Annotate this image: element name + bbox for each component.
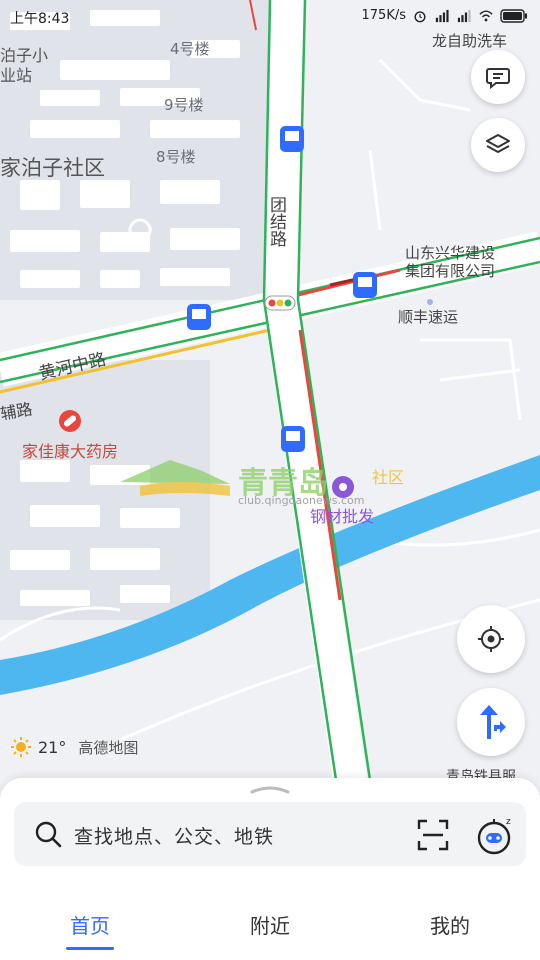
signal-icon bbox=[435, 9, 449, 22]
route-arrow-icon bbox=[480, 705, 506, 739]
layers-button[interactable] bbox=[471, 118, 525, 172]
status-time: 上午8:43 bbox=[10, 11, 70, 27]
layers-icon bbox=[486, 134, 510, 153]
pharmacy-marker-icon[interactable] bbox=[59, 410, 81, 432]
tab-mine[interactable]: 我的 bbox=[360, 886, 540, 946]
map-label-poi[interactable]: 集团有限公司 bbox=[405, 260, 495, 281]
search-bar[interactable]: 查找地点、公交、地铁 z bbox=[14, 802, 526, 866]
watermark-url: club.qingdaonews.com bbox=[238, 494, 365, 507]
feedback-button[interactable] bbox=[471, 50, 525, 104]
map-label-building: 4号楼 bbox=[170, 40, 210, 58]
map-label-building: 9号楼 bbox=[164, 96, 204, 114]
map-label-area: 业站 bbox=[0, 66, 33, 85]
bottom-sheet[interactable]: 查找地点、公交、地铁 z 首页 附近 我的 bbox=[0, 778, 540, 960]
bus-stop-icon[interactable] bbox=[281, 426, 305, 452]
map-label-road: 团结路 bbox=[266, 196, 286, 247]
route-button[interactable] bbox=[457, 688, 525, 756]
bus-stop-icon[interactable] bbox=[187, 304, 211, 330]
watermark-community: 社区 bbox=[372, 468, 405, 487]
battery-icon bbox=[500, 8, 527, 23]
search-placeholder[interactable]: 查找地点、公交、地铁 bbox=[74, 822, 274, 849]
map-label-poi[interactable]: 家佳康大药房 bbox=[22, 438, 118, 462]
tab-home[interactable]: 首页 bbox=[0, 886, 180, 950]
scan-icon[interactable] bbox=[416, 818, 450, 852]
bus-stop-icon[interactable] bbox=[280, 126, 304, 152]
network-speed: 175K/s bbox=[361, 8, 407, 23]
sun-icon bbox=[11, 737, 31, 757]
tab-nearby[interactable]: 附近 bbox=[180, 886, 360, 946]
map-label-building: 8号楼 bbox=[156, 148, 196, 166]
locate-icon bbox=[478, 626, 504, 652]
locate-button[interactable] bbox=[457, 605, 525, 673]
search-icon bbox=[35, 821, 62, 848]
status-bar: 上午8:43 175K/s bbox=[0, 0, 540, 34]
assistant-icon[interactable]: z bbox=[476, 814, 516, 856]
map-label-poi[interactable]: 顺丰速运 bbox=[398, 306, 458, 327]
temperature: 21° bbox=[38, 737, 67, 757]
svg-text:z: z bbox=[506, 817, 511, 827]
message-icon bbox=[486, 68, 510, 90]
signal-icon bbox=[457, 9, 471, 22]
traffic-light-icon bbox=[264, 295, 296, 311]
weather-widget[interactable]: 21° 高德地图 bbox=[10, 736, 138, 758]
alarm-icon bbox=[414, 10, 426, 22]
brand-label: 高德地图 bbox=[78, 738, 139, 757]
sheet-handle-icon[interactable] bbox=[250, 784, 290, 794]
wifi-icon bbox=[479, 9, 493, 21]
map-label-community: 家泊子社区 bbox=[0, 156, 105, 180]
bottom-tabs: 首页 附近 我的 bbox=[0, 886, 540, 950]
bus-stop-icon[interactable] bbox=[353, 272, 377, 298]
